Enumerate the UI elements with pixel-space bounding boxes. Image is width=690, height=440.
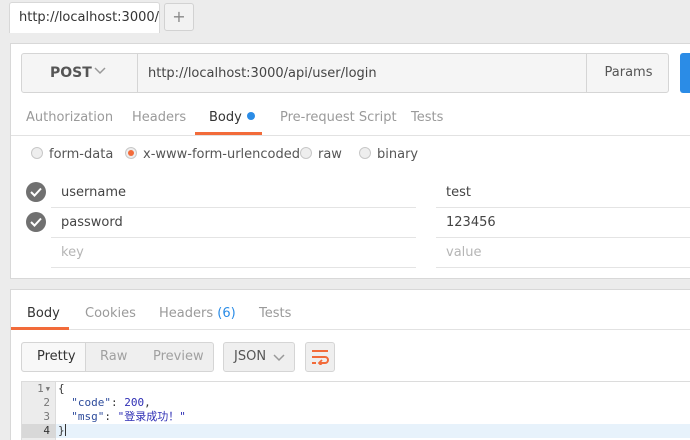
request-tab[interactable]: http://localhost:3000/ap [9, 2, 160, 33]
param-value-input[interactable]: 123456 [436, 208, 690, 238]
param-key-input[interactable]: username [51, 178, 416, 208]
line-number: 4 [22, 424, 56, 438]
radio-label: binary [377, 147, 419, 162]
params-button[interactable]: Params [586, 54, 670, 92]
active-tab-indicator [11, 327, 69, 330]
radio-form-data[interactable]: form-data [31, 147, 113, 162]
radio-selected-icon [125, 147, 137, 159]
json-key: "msg" [71, 410, 105, 423]
send-button[interactable] [680, 53, 690, 93]
tab-headers[interactable]: Headers [132, 110, 186, 125]
json-brace: { [58, 382, 65, 395]
line-gutter: 1 ▼ 2 3 4 [22, 382, 56, 440]
url-input[interactable]: http://localhost:3000/api/user/login [148, 66, 377, 81]
raw-button[interactable]: Raw [100, 343, 127, 371]
wrap-lines-button[interactable] [305, 342, 335, 372]
request-panel: POST http://localhost:3000/api/user/logi… [10, 43, 690, 279]
param-key-input[interactable]: password [51, 208, 416, 238]
enable-checkbox[interactable] [26, 212, 46, 232]
radio-label: form-data [49, 147, 114, 162]
json-brace: } [58, 424, 65, 437]
request-tabs: Authorization Headers Body Pre-request S… [11, 103, 690, 136]
tab-pre-request-script[interactable]: Pre-request Script [280, 110, 397, 125]
param-row: password 123456 [11, 208, 690, 238]
radio-label: raw [318, 147, 342, 162]
modified-dot-icon [246, 112, 255, 120]
line-number-text: 1 [37, 382, 44, 395]
chevron-down-icon [94, 67, 106, 75]
radio-binary[interactable]: binary [359, 147, 418, 162]
method-select[interactable]: POST [22, 54, 138, 92]
chevron-down-icon [273, 354, 285, 362]
param-value-input[interactable]: test [436, 178, 690, 208]
radio-icon [31, 147, 43, 159]
headers-count-badge: (6) [217, 306, 236, 321]
check-icon [30, 187, 42, 197]
radio-icon [359, 147, 371, 159]
new-tab-button[interactable]: + [164, 3, 194, 31]
tab-body-label: Body [209, 110, 242, 125]
fold-toggle-icon[interactable]: ▼ [46, 382, 50, 396]
url-bar: POST http://localhost:3000/api/user/logi… [21, 53, 669, 93]
line-number: 2 [43, 396, 50, 409]
tab-response-headers[interactable]: Headers (6) [159, 306, 236, 321]
enable-checkbox[interactable] [26, 182, 46, 202]
code-line: "msg": "登录成功！" [71, 410, 186, 423]
param-row-new: key value [11, 238, 690, 268]
tab-authorization[interactable]: Authorization [26, 110, 113, 125]
view-mode-group: Pretty Raw Preview [21, 342, 214, 372]
pretty-button[interactable]: Pretty [22, 343, 86, 371]
code-line: { [56, 382, 690, 396]
tab-response-tests[interactable]: Tests [259, 306, 291, 321]
radio-icon [300, 147, 312, 159]
json-key: "code" [71, 396, 111, 409]
wrap-lines-icon [312, 350, 329, 365]
preview-button[interactable]: Preview [153, 343, 204, 371]
tab-strip: http://localhost:3000/ap + [0, 0, 690, 35]
format-label: JSON [234, 349, 267, 364]
line-number: 1 ▼ [22, 382, 56, 396]
check-icon [30, 217, 42, 227]
code-line-current: } [56, 424, 690, 438]
code-line: "code": 200, [71, 396, 151, 409]
radio-raw[interactable]: raw [300, 147, 342, 162]
json-string: "登录成功！" [117, 410, 186, 423]
method-label: POST [50, 65, 92, 81]
response-code-editor[interactable]: 1 ▼ 2 3 4 { "code": 200, "msg": "登录成功！" } [21, 381, 690, 440]
tab-body[interactable]: Body [209, 110, 255, 125]
active-tab-indicator [195, 132, 262, 135]
new-value-input[interactable]: value [436, 238, 690, 268]
tab-response-body[interactable]: Body [27, 306, 60, 321]
radio-label: x-www-form-urlencoded [143, 147, 301, 162]
tab-headers-label: Headers [159, 306, 214, 321]
tab-cookies[interactable]: Cookies [85, 306, 136, 321]
format-select[interactable]: JSON [223, 342, 295, 372]
text-cursor [64, 424, 66, 436]
tab-tests[interactable]: Tests [411, 110, 443, 125]
json-number: 200 [124, 396, 145, 409]
line-number: 3 [43, 410, 50, 423]
new-key-input[interactable]: key [51, 238, 416, 268]
param-row: username test [11, 178, 690, 208]
response-tabs: Body Cookies Headers (6) Tests [11, 290, 690, 330]
radio-urlencoded[interactable]: x-www-form-urlencoded [125, 147, 300, 162]
response-panel: Body Cookies Headers (6) Tests Pretty Ra… [10, 289, 690, 440]
